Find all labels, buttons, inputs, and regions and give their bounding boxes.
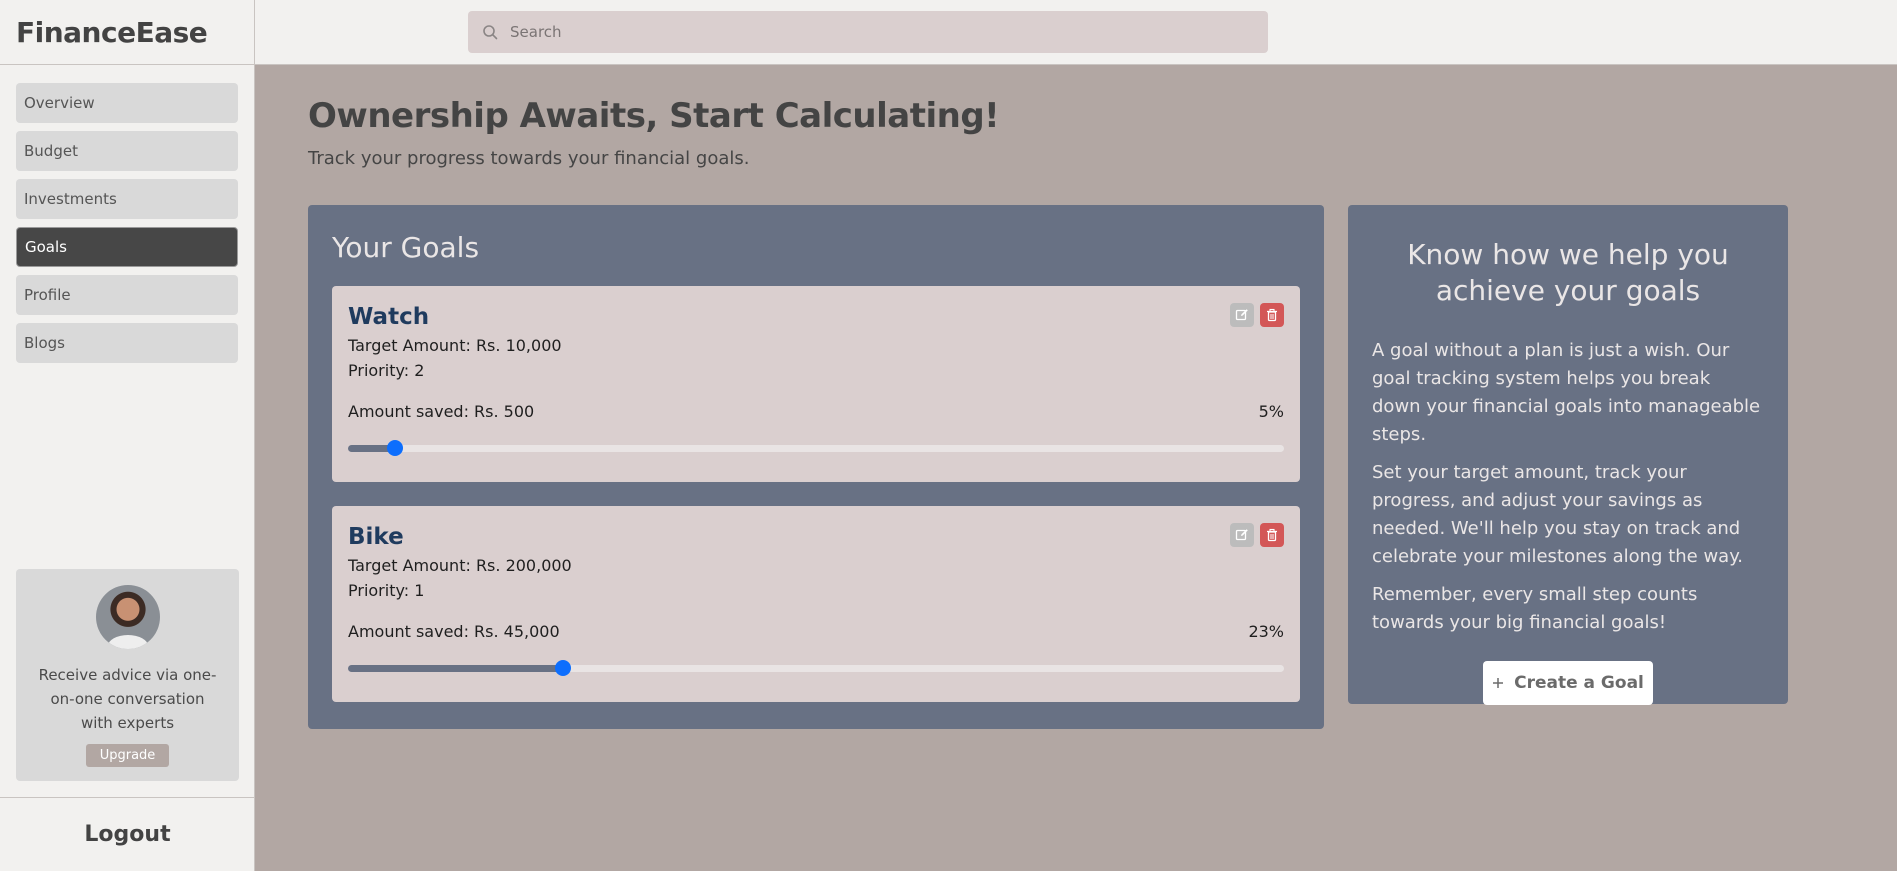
page-title: Ownership Awaits, Start Calculating!: [308, 96, 1000, 136]
logout-button[interactable]: Logout: [0, 797, 255, 871]
sidebar-item-blogs[interactable]: Blogs: [16, 323, 238, 363]
sidebar-item-profile[interactable]: Profile: [16, 275, 238, 315]
goal-card: Watch Target Amount: Rs. 10,000 Priority…: [332, 286, 1300, 482]
upgrade-promo-card: Receive advice via one-on-one conversati…: [16, 569, 239, 781]
top-bar: [255, 0, 1897, 65]
plus-icon: [1493, 678, 1504, 688]
sidebar-item-goals[interactable]: Goals: [16, 227, 238, 267]
goal-card: Bike Target Amount: Rs. 200,000 Priority…: [332, 506, 1300, 702]
goal-progress-slider[interactable]: [348, 660, 1284, 676]
brand-logo: FinanceEase: [0, 0, 254, 65]
promo-text: Receive advice via one-on-one conversati…: [38, 666, 217, 732]
goal-name: Bike: [348, 524, 404, 550]
sidebar-item-investments[interactable]: Investments: [16, 179, 238, 219]
trash-icon: [1267, 528, 1277, 542]
goal-actions: [1230, 523, 1284, 547]
goal-percent: 5%: [1258, 402, 1284, 421]
search-icon: [483, 25, 498, 40]
page-subtitle: Track your progress towards your financi…: [308, 148, 750, 169]
sidebar-item-budget[interactable]: Budget: [16, 131, 238, 171]
sidebar: FinanceEase Overview Budget Investments …: [0, 0, 255, 871]
goal-target: Target Amount: Rs. 200,000: [348, 556, 572, 575]
info-paragraph: Set your target amount, track your progr…: [1372, 462, 1744, 567]
goal-actions: [1230, 303, 1284, 327]
goal-saved: Amount saved: Rs. 500: [348, 402, 535, 421]
info-panel: Know how we help you achieve your goals …: [1348, 205, 1788, 705]
sidebar-item-overview[interactable]: Overview: [16, 83, 238, 123]
edit-goal-button[interactable]: [1230, 523, 1254, 547]
trash-icon: [1267, 308, 1277, 322]
info-title: Know how we help you achieve your goals: [1407, 238, 1729, 307]
search-bar[interactable]: [468, 11, 1268, 53]
delete-goal-button[interactable]: [1260, 303, 1284, 327]
goal-name: Watch: [348, 304, 430, 330]
goal-saved: Amount saved: Rs. 45,000: [348, 622, 560, 641]
slider-thumb[interactable]: [555, 660, 572, 676]
goal-target: Target Amount: Rs. 10,000: [348, 336, 562, 355]
goal-progress-slider[interactable]: [348, 440, 1284, 456]
edit-icon: [1235, 529, 1248, 541]
create-goal-label: Create a Goal: [1514, 673, 1644, 693]
upgrade-button[interactable]: Upgrade: [85, 744, 170, 767]
edit-goal-button[interactable]: [1230, 303, 1254, 327]
edit-icon: [1235, 309, 1248, 321]
create-goal-button[interactable]: Create a Goal: [1483, 661, 1653, 705]
goals-heading: Your Goals: [332, 231, 480, 264]
goal-priority: Priority: 2: [348, 361, 425, 380]
delete-goal-button[interactable]: [1260, 523, 1284, 547]
goals-panel: Your Goals Watch Target Amount: Rs. 10,0…: [308, 205, 1324, 729]
info-paragraph: A goal without a plan is just a wish. Ou…: [1372, 340, 1761, 445]
slider-thumb[interactable]: [386, 440, 403, 456]
search-input[interactable]: [510, 23, 1210, 41]
expert-avatar: [95, 585, 160, 649]
slider-fill: [348, 665, 564, 672]
goal-percent: 23%: [1248, 622, 1284, 641]
goal-priority: Priority: 1: [348, 581, 425, 600]
sidebar-nav: Overview Budget Investments Goals Profil…: [0, 65, 254, 363]
info-paragraph: Remember, every small step counts toward…: [1372, 584, 1698, 633]
